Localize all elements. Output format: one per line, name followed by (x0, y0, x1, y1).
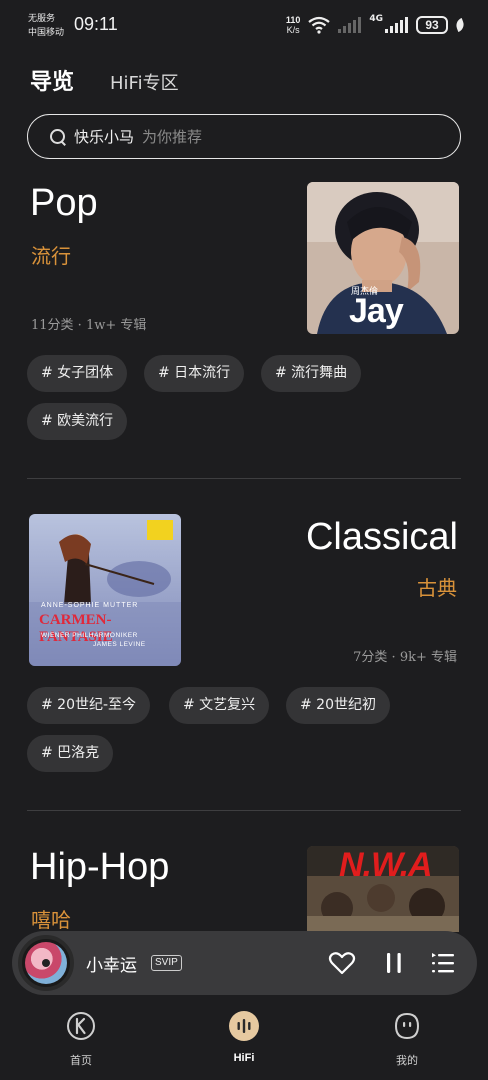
tag-chip[interactable]: # 流行舞曲 (261, 355, 362, 392)
carrier-line-2: 中国移动 (28, 28, 65, 38)
heart-icon[interactable] (328, 949, 356, 977)
genre-subtitle: 流行 (31, 244, 71, 268)
battery-icon: 93 (416, 16, 448, 34)
album-cover-hiphop[interactable]: N.W.A (307, 846, 459, 932)
tab-guide[interactable]: 导览 (30, 64, 74, 96)
network-speed-unit: K/s (286, 25, 300, 35)
nav-home[interactable]: 首页 (41, 1010, 121, 1068)
album-cover-pop[interactable]: 周杰倫 Jay (307, 182, 459, 334)
tag-chip[interactable]: # 巴洛克 (27, 735, 114, 772)
search-bar[interactable]: 快乐小马 为你推荐 (27, 114, 461, 159)
album-orchestra: WIENER PHILHARMONIKER (41, 632, 138, 639)
album-conductor: JAMES LEVINE (93, 641, 146, 648)
nav-label-home: 首页 (70, 1054, 92, 1067)
wifi-icon (308, 16, 331, 34)
nav-label-mine: 我的 (396, 1054, 418, 1067)
search-icon (50, 128, 66, 145)
signal-icon-no-service (338, 17, 362, 33)
tag-chip[interactable]: # 日本流行 (144, 355, 245, 392)
section-divider (27, 810, 461, 811)
album-artist: ANNE-SOPHIE MUTTER (41, 602, 139, 609)
status-bar: 无服务 中国移动 09:11 110 K/s 4G 93 (0, 0, 488, 50)
nav-hifi[interactable]: HiFi (204, 1010, 284, 1064)
search-hint: 为你推荐 (142, 128, 203, 146)
album-title-jay: Jay (349, 292, 404, 330)
network-type: 4G (369, 14, 383, 24)
tag-chip[interactable]: # 20世纪初 (286, 687, 390, 724)
genre-title: Pop (30, 182, 98, 224)
genre-title: Classical (305, 516, 458, 558)
mini-player[interactable]: 小幸运 SVIP (12, 931, 477, 995)
tag-chip[interactable]: # 女子团体 (27, 355, 128, 392)
hifi-icon (229, 1011, 259, 1041)
network-speed: 110 K/s (286, 15, 301, 35)
tag-chip[interactable]: # 文艺复兴 (169, 687, 270, 724)
nav-label-hifi: HiFi (233, 1052, 255, 1064)
song-title: 小幸运 (86, 956, 137, 976)
genre-subtitle: 古典 (417, 576, 457, 600)
playlist-icon[interactable] (430, 949, 458, 977)
search-text: 快乐小马 (74, 128, 135, 146)
k-logo-icon (67, 1012, 95, 1040)
profile-icon (394, 1012, 420, 1040)
genre-meta: 11分类 · 1w+ 专辑 (31, 318, 147, 333)
network-speed-value: 110 (285, 15, 301, 25)
tag-chip[interactable]: # 20世纪-至今 (27, 687, 151, 724)
bottom-nav: 首页 HiFi 我的 (0, 1000, 488, 1080)
genre-title: Hip-Hop (30, 846, 170, 888)
album-disc[interactable] (18, 935, 74, 991)
genre-meta: 7分类 · 9k+ 专辑 (353, 650, 457, 665)
top-tabs: 导览 HiFi专区 (30, 64, 179, 96)
album-disc-hole (42, 959, 50, 967)
album-title-nwa: N.W.A (339, 846, 433, 884)
leaf-icon (454, 17, 466, 33)
album-cover-classical[interactable]: ANNE-SOPHIE MUTTER CARMEN-FANTASIE WIENE… (29, 514, 181, 666)
pause-icon[interactable] (380, 949, 408, 977)
tag-chip[interactable]: # 欧美流行 (27, 403, 128, 440)
signal-icon (385, 17, 408, 33)
section-divider (27, 478, 461, 479)
genre-subtitle: 嘻哈 (31, 908, 71, 932)
carrier-info: 无服务 中国移动 (28, 12, 64, 40)
tab-hifi-zone[interactable]: HiFi专区 (110, 69, 179, 95)
clock: 09:11 (74, 14, 118, 34)
svip-badge: SVIP (151, 955, 182, 971)
nav-mine[interactable]: 我的 (367, 1010, 447, 1068)
carrier-line-1: 无服务 (28, 14, 56, 24)
status-icons: 110 K/s 4G 93 (286, 14, 466, 36)
